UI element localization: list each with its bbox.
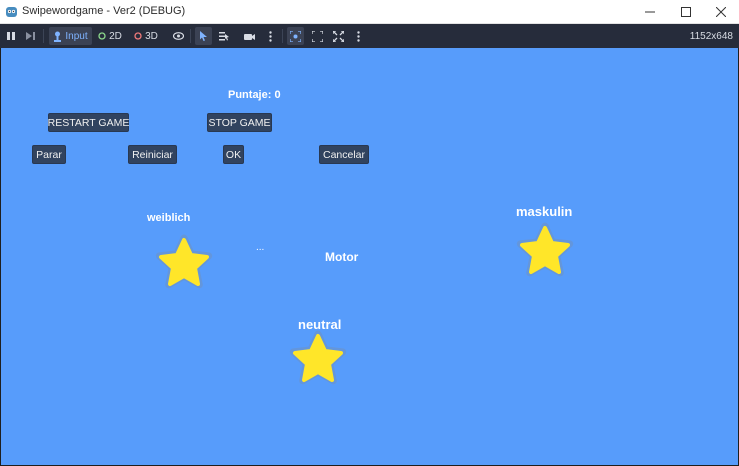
star-neutral-icon[interactable] [286,330,350,390]
mode-2d-label: 2D [109,30,122,42]
cursor-arrow-icon [200,31,207,41]
score-label: Puntaje: 0 [228,89,281,101]
close-button[interactable] [703,0,739,24]
ok-button[interactable]: OK [223,145,244,164]
kebab-menu-icon [268,30,272,42]
resolution-label: 1152x648 [689,31,733,42]
maximize-button[interactable] [668,0,704,24]
toolbar-divider [43,29,44,43]
next-frame-button[interactable] [22,27,38,45]
pause-button[interactable] [3,27,19,45]
visibility-button[interactable] [170,27,186,45]
camera-focus-button[interactable] [287,27,304,45]
game-viewport[interactable]: Puntaje: 0 RESTART GAME STOP GAME Parar … [1,48,738,465]
debug-toolbar: Input 2D 3D 1152x648 [0,24,739,48]
minimize-button[interactable] [632,0,668,24]
list-select-icon [219,32,229,41]
close-icon [716,7,726,17]
restart-game-button[interactable]: RESTART GAME [48,113,129,132]
category-label-maskulin: maskulin [516,204,573,219]
circle-2d-icon [98,32,106,40]
camera-override-button[interactable] [241,27,257,45]
toolbar-divider [282,29,283,43]
joystick-icon [54,31,62,42]
word-article-placeholder: ... [256,242,265,253]
list-select-button[interactable] [216,27,232,45]
more-options-button[interactable] [263,27,277,45]
expand-icon [311,30,323,42]
focus-frame-icon [290,30,301,42]
window-titlebar: Swipewordgame - Ver2 (DEBUG) [0,0,739,24]
cancelar-button[interactable]: Cancelar [319,145,369,164]
more-options-button-2[interactable] [351,27,365,45]
input-mode-button[interactable]: Input [49,27,92,45]
maximize-icon [681,7,691,17]
fullscreen-button[interactable] [330,27,346,45]
minimize-icon [645,11,655,13]
eye-icon [172,32,184,40]
window-title: Swipewordgame - Ver2 (DEBUG) [22,5,186,17]
category-label-weiblich: weiblich [147,212,191,224]
pause-icon [7,32,15,40]
camera-icon [243,33,255,40]
select-button[interactable] [195,27,212,45]
kebab-menu-icon [356,30,360,42]
star-weiblich-icon[interactable] [152,234,216,294]
mode-2d-button[interactable]: 2D [96,27,124,45]
parar-button[interactable]: Parar [32,145,66,164]
stop-game-button[interactable]: STOP GAME [207,113,272,132]
input-mode-label: Input [65,30,88,42]
star-maskulin-icon[interactable] [513,222,577,282]
current-word-label[interactable]: Motor [325,250,358,264]
reiniciar-button[interactable]: Reiniciar [128,145,177,164]
mode-3d-button[interactable]: 3D [132,27,160,45]
toolbar-divider [190,29,191,43]
next-frame-icon [25,32,35,40]
godot-app-icon [6,7,17,17]
zoom-reset-button[interactable] [309,27,325,45]
circle-3d-icon [134,32,142,40]
fullscreen-icon [332,30,344,42]
mode-3d-label: 3D [145,30,158,42]
